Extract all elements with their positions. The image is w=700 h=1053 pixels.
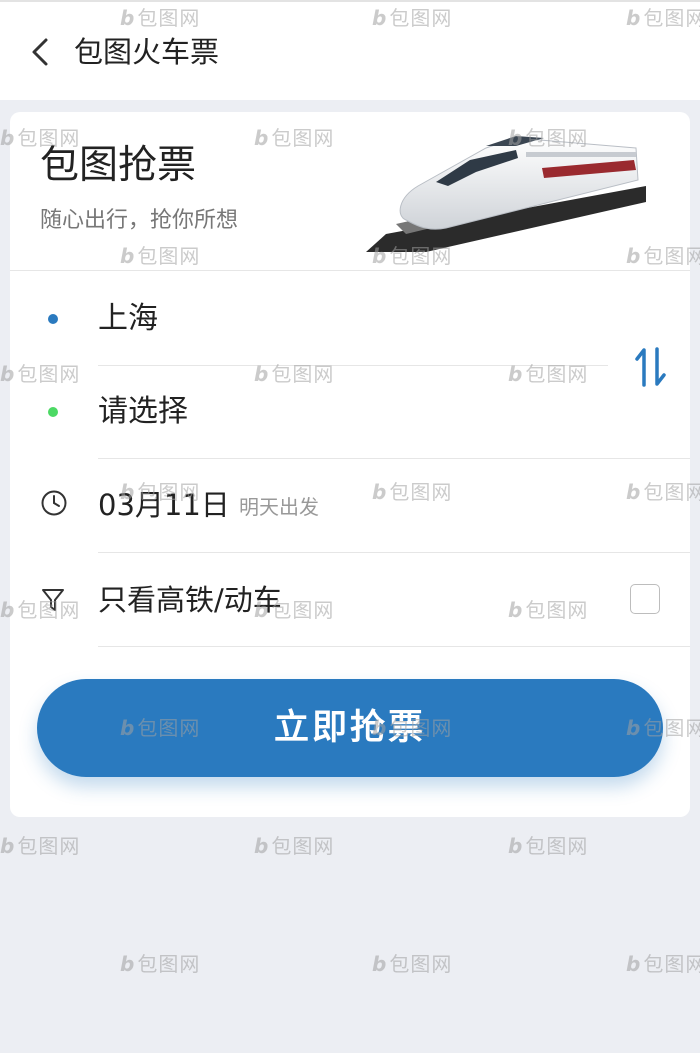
clock-icon — [41, 490, 67, 516]
page-title: 包图火车票 — [74, 35, 220, 69]
ticket-card: 包图抢票 随心出行，抢你所想 上海 请选择 03月11日 明天出发 只看高铁/动… — [10, 112, 690, 817]
watermark: b 包图网 — [626, 952, 700, 976]
from-station[interactable]: 上海 — [98, 299, 158, 339]
watermark: b 包图网 — [508, 834, 589, 858]
high-speed-filter-label: 只看高铁/动车 — [98, 583, 282, 617]
filter-icon — [42, 589, 64, 611]
top-bar: 包图火车票 — [0, 0, 700, 100]
watermark: b 包图网 — [254, 834, 335, 858]
hero-title: 包图抢票 — [40, 143, 197, 188]
to-station[interactable]: 请选择 — [98, 392, 188, 432]
watermark: b 包图网 — [0, 834, 81, 858]
departure-date[interactable]: 03月11日 — [98, 485, 230, 525]
to-dot — [48, 407, 58, 417]
divider — [98, 365, 608, 366]
divider — [98, 458, 690, 459]
watermark: b 包图网 — [372, 952, 453, 976]
high-speed-filter-checkbox[interactable] — [630, 584, 660, 614]
departure-hint: 明天出发 — [239, 495, 319, 519]
watermark: b 包图网 — [120, 952, 201, 976]
grab-ticket-button[interactable]: 立即抢票 — [37, 679, 663, 777]
divider — [98, 552, 690, 553]
from-dot — [48, 314, 58, 324]
divider — [98, 646, 690, 647]
hero-subtitle: 随心出行，抢你所想 — [40, 208, 239, 233]
divider — [10, 270, 690, 271]
back-arrow-icon[interactable] — [26, 32, 56, 72]
train-illustration — [366, 136, 646, 252]
swap-stations-icon[interactable] — [634, 345, 668, 389]
